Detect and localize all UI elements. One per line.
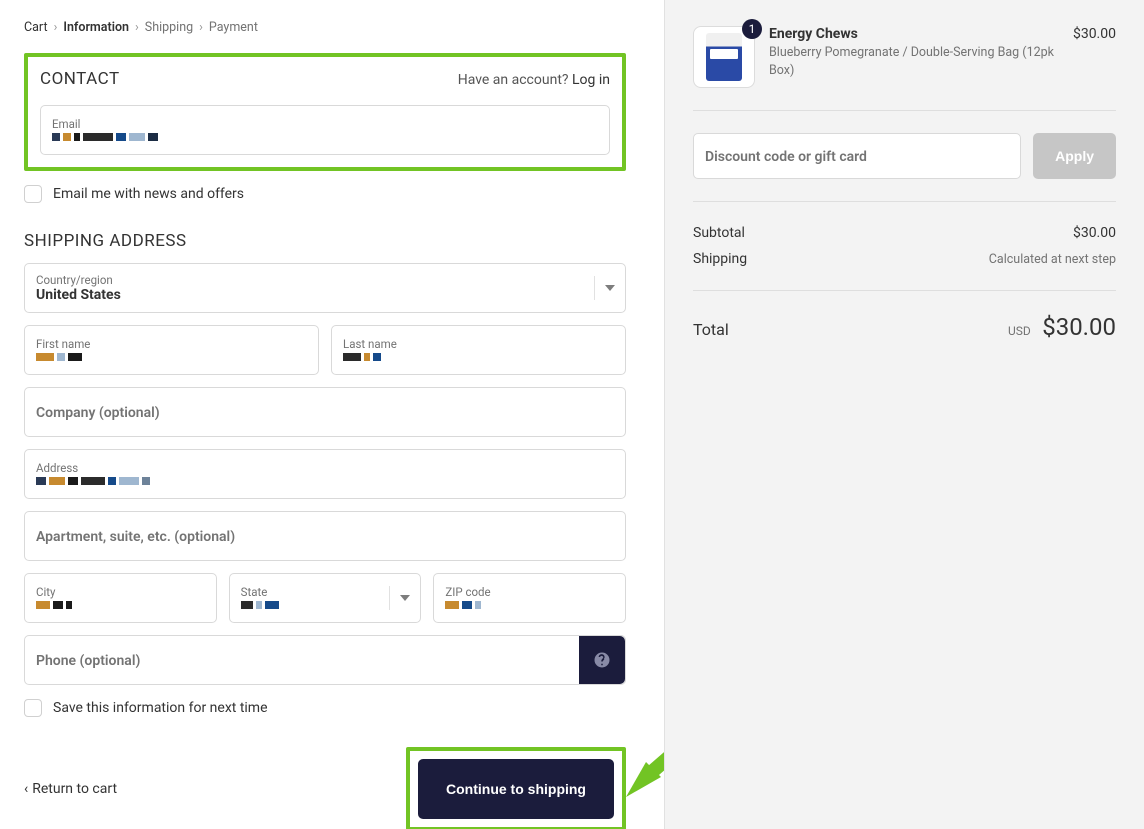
cart-item: 1 Energy Chews Blueberry Pomegranate / D…	[693, 26, 1116, 88]
city-field[interactable]: City	[24, 573, 217, 623]
continue-to-shipping-button[interactable]: Continue to shipping	[418, 759, 614, 819]
chevron-right-icon: ›	[135, 20, 139, 35]
shipping-address-title: SHIPPING ADDRESS	[24, 231, 626, 251]
breadcrumb: Cart › Information › Shipping › Payment	[24, 20, 626, 35]
total-value: $30.00	[1042, 313, 1116, 341]
save-info-label: Save this information for next time	[53, 700, 268, 716]
shipping-value: Calculated at next step	[989, 252, 1116, 267]
last-name-masked	[343, 353, 614, 363]
phone-field[interactable]: Phone (optional)	[24, 635, 626, 685]
currency-label: USD	[1008, 324, 1031, 338]
have-account-text: Have an account? Log in	[458, 72, 610, 88]
subtotal-label: Subtotal	[693, 225, 745, 241]
first-name-label: First name	[36, 338, 307, 352]
first-name-field[interactable]: First name	[24, 325, 319, 375]
question-circle-icon	[593, 651, 611, 669]
city-masked	[36, 601, 205, 611]
discount-code-field[interactable]: Discount code or gift card	[693, 133, 1021, 179]
email-field[interactable]: Email	[40, 105, 610, 155]
product-price: $30.00	[1073, 26, 1116, 42]
chevron-down-icon	[594, 276, 615, 300]
news-offers-label: Email me with news and offers	[53, 186, 244, 202]
apply-discount-button[interactable]: Apply	[1033, 133, 1116, 179]
chevron-left-icon: ‹	[24, 781, 28, 797]
apartment-field[interactable]: Apartment, suite, etc. (optional)	[24, 511, 626, 561]
zip-label: ZIP code	[445, 586, 614, 600]
company-placeholder: Company (optional)	[36, 405, 614, 422]
email-label: Email	[52, 118, 598, 132]
login-link[interactable]: Log in	[572, 72, 610, 88]
zip-masked	[445, 601, 614, 611]
address-field[interactable]: Address	[24, 449, 626, 499]
country-label: Country/region	[36, 274, 614, 288]
continue-highlight: Continue to shipping	[406, 747, 626, 829]
breadcrumb-shipping: Shipping	[145, 20, 193, 35]
state-label: State	[241, 586, 410, 600]
email-value-masked	[52, 133, 598, 143]
first-name-masked	[36, 353, 307, 363]
state-select[interactable]: State	[229, 573, 422, 623]
country-select[interactable]: Country/region United States	[24, 263, 626, 313]
discount-placeholder: Discount code or gift card	[705, 149, 1009, 166]
news-offers-checkbox[interactable]	[24, 185, 42, 203]
subtotal-value: $30.00	[1073, 225, 1116, 241]
last-name-field[interactable]: Last name	[331, 325, 626, 375]
quantity-badge: 1	[742, 19, 762, 39]
phone-help-button[interactable]	[579, 636, 625, 684]
return-to-cart-link[interactable]: ‹ Return to cart	[24, 781, 117, 797]
zip-field[interactable]: ZIP code	[433, 573, 626, 623]
address-label: Address	[36, 462, 614, 476]
last-name-label: Last name	[343, 338, 614, 352]
phone-placeholder: Phone (optional)	[36, 653, 569, 670]
breadcrumb-payment: Payment	[209, 20, 258, 35]
product-variant: Blueberry Pomegranate / Double-Serving B…	[769, 44, 1059, 79]
company-field[interactable]: Company (optional)	[24, 387, 626, 437]
chevron-right-icon: ›	[199, 20, 203, 35]
shipping-label: Shipping	[693, 251, 747, 267]
product-name: Energy Chews	[769, 26, 1059, 42]
total-label: Total	[693, 320, 729, 339]
contact-title: CONTACT	[40, 69, 120, 89]
state-masked	[241, 601, 410, 611]
address-masked	[36, 477, 614, 487]
product-thumbnail: 1	[693, 26, 755, 88]
breadcrumb-cart[interactable]: Cart	[24, 20, 48, 35]
city-label: City	[36, 586, 205, 600]
save-info-checkbox[interactable]	[24, 699, 42, 717]
chevron-right-icon: ›	[54, 20, 58, 35]
breadcrumb-information: Information	[63, 20, 129, 35]
country-value: United States	[36, 287, 614, 303]
contact-highlight: CONTACT Have an account? Log in Email	[24, 53, 626, 171]
apartment-placeholder: Apartment, suite, etc. (optional)	[36, 529, 614, 546]
chevron-down-icon	[389, 586, 410, 610]
